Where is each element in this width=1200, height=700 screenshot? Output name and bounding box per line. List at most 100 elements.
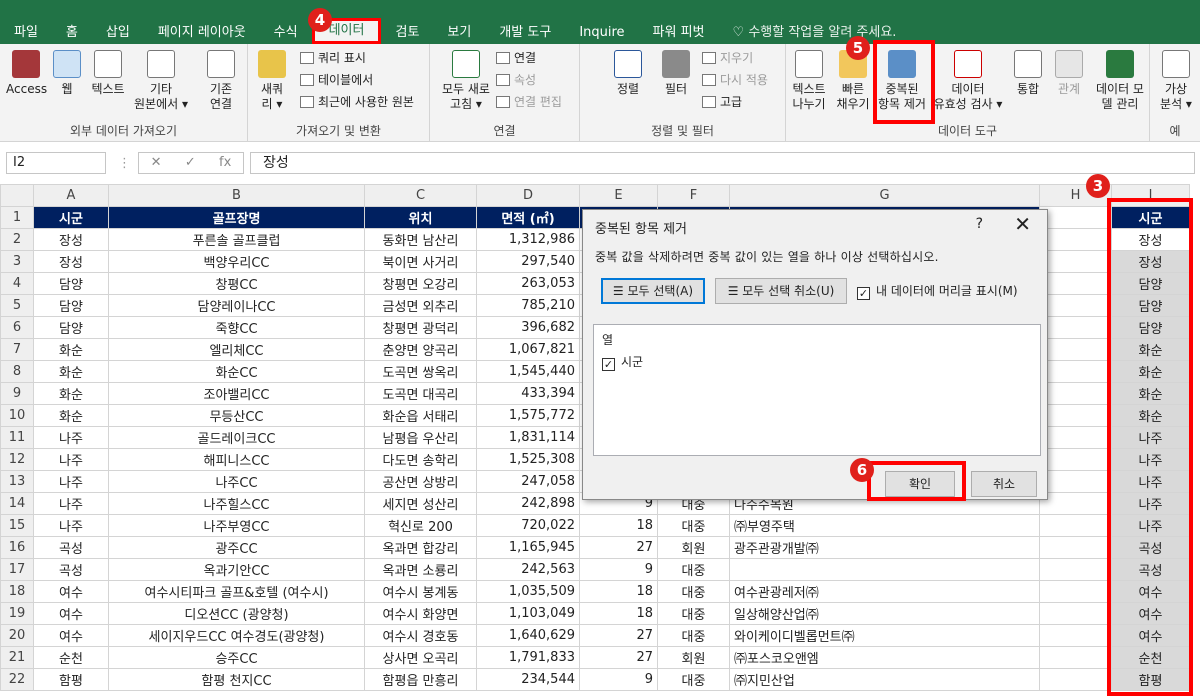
- cell[interactable]: [1039, 470, 1112, 493]
- cell[interactable]: 회원: [657, 646, 730, 669]
- cell[interactable]: 1,103,049: [476, 602, 580, 625]
- row-header[interactable]: 18: [0, 580, 34, 603]
- cell[interactable]: 공산면 상방리: [364, 470, 477, 493]
- cell[interactable]: 나주: [33, 426, 109, 449]
- cell[interactable]: 720,022: [476, 514, 580, 537]
- cell[interactable]: 옥과기안CC: [108, 558, 365, 581]
- other-sources-button[interactable]: 기타 원본에서 ▾: [130, 50, 192, 112]
- cell[interactable]: 옥과면 소룡리: [364, 558, 477, 581]
- select-all-corner[interactable]: [0, 184, 34, 207]
- tab-insert[interactable]: 삽입: [92, 22, 144, 44]
- header-cell[interactable]: 시군: [33, 206, 109, 229]
- cell[interactable]: 여수: [33, 624, 109, 647]
- row-header[interactable]: 5: [0, 294, 34, 317]
- cell[interactable]: 1,640,629: [476, 624, 580, 647]
- cell[interactable]: 골드레이크CC: [108, 426, 365, 449]
- column-header[interactable]: G: [729, 184, 1040, 207]
- cell[interactable]: 창평CC: [108, 272, 365, 295]
- cell[interactable]: 담양레이나CC: [108, 294, 365, 317]
- cell[interactable]: [1039, 316, 1112, 339]
- cell[interactable]: 여수관광레저㈜: [729, 580, 1040, 603]
- row-header[interactable]: 4: [0, 272, 34, 295]
- cell[interactable]: 나주: [33, 470, 109, 493]
- row-header[interactable]: 10: [0, 404, 34, 427]
- columns-list[interactable]: 열 ✓ 시군: [593, 324, 1041, 456]
- cell[interactable]: 금성면 외추리: [364, 294, 477, 317]
- cell[interactable]: [1039, 338, 1112, 361]
- what-if-button[interactable]: 가상 분석 ▾: [1154, 50, 1198, 112]
- cell[interactable]: [1039, 602, 1112, 625]
- connections-button[interactable]: 연결: [496, 50, 536, 66]
- cell[interactable]: [1039, 426, 1112, 449]
- tab-page-layout[interactable]: 페이지 레이아웃: [144, 22, 260, 44]
- cell[interactable]: 여수시 경호동: [364, 624, 477, 647]
- cell[interactable]: 242,898: [476, 492, 580, 515]
- cell[interactable]: [1039, 492, 1112, 515]
- row-header[interactable]: 13: [0, 470, 34, 493]
- cell[interactable]: 와이케이디벨롭먼트㈜: [729, 624, 1040, 647]
- cell[interactable]: 여수시티파크 골프&호텔 (여수시): [108, 580, 365, 603]
- cell[interactable]: 담양: [33, 272, 109, 295]
- cell[interactable]: 242,563: [476, 558, 580, 581]
- cell[interactable]: 1,525,308: [476, 448, 580, 471]
- access-button[interactable]: Access: [6, 50, 47, 97]
- cell[interactable]: [1039, 646, 1112, 669]
- cell[interactable]: [1039, 404, 1112, 427]
- cell[interactable]: [1039, 360, 1112, 383]
- consolidate-button[interactable]: 통합: [1008, 50, 1048, 97]
- recent-sources-button[interactable]: 최근에 사용한 원본: [300, 94, 414, 110]
- cell[interactable]: 27: [579, 624, 658, 647]
- cell[interactable]: [1039, 228, 1112, 251]
- column-header[interactable]: F: [657, 184, 730, 207]
- enter-icon[interactable]: ✓: [185, 153, 196, 173]
- cell[interactable]: 나주부영CC: [108, 514, 365, 537]
- cell[interactable]: [1039, 448, 1112, 471]
- cell[interactable]: 나주CC: [108, 470, 365, 493]
- cell[interactable]: 1,575,772: [476, 404, 580, 427]
- cell[interactable]: [1039, 250, 1112, 273]
- cell[interactable]: 푸른솔 골프클럽: [108, 228, 365, 251]
- cell[interactable]: [1039, 580, 1112, 603]
- cell[interactable]: 해피니스CC: [108, 448, 365, 471]
- cell[interactable]: 곡성: [33, 558, 109, 581]
- cell[interactable]: 엘리체CC: [108, 338, 365, 361]
- cell[interactable]: 대중: [657, 624, 730, 647]
- cell[interactable]: 27: [579, 536, 658, 559]
- cell[interactable]: 함평: [33, 668, 109, 691]
- row-header[interactable]: 6: [0, 316, 34, 339]
- show-queries-button[interactable]: 쿼리 표시: [300, 50, 366, 66]
- cell[interactable]: 1,165,945: [476, 536, 580, 559]
- row-header[interactable]: 17: [0, 558, 34, 581]
- column-header[interactable]: E: [579, 184, 658, 207]
- cell[interactable]: [1039, 272, 1112, 295]
- close-icon[interactable]: ✕: [1014, 212, 1031, 236]
- cell[interactable]: 세이지우드CC 여수경도(광양청): [108, 624, 365, 647]
- cell[interactable]: 다도면 송학리: [364, 448, 477, 471]
- column-header[interactable]: C: [364, 184, 477, 207]
- row-header[interactable]: 3: [0, 250, 34, 273]
- cell[interactable]: 1,035,509: [476, 580, 580, 603]
- refresh-all-button[interactable]: 모두 새로 고침 ▾: [436, 50, 496, 112]
- cell[interactable]: 여수: [33, 602, 109, 625]
- cell[interactable]: 디오션CC (광양청): [108, 602, 365, 625]
- cell[interactable]: 무등산CC: [108, 404, 365, 427]
- cell[interactable]: 여수시 봉계동: [364, 580, 477, 603]
- row-header[interactable]: 8: [0, 360, 34, 383]
- tab-home[interactable]: 홈: [52, 22, 92, 44]
- cell[interactable]: 장성: [33, 250, 109, 273]
- row-header[interactable]: 2: [0, 228, 34, 251]
- cell[interactable]: 화순: [33, 382, 109, 405]
- unselect-all-button[interactable]: ☰ 모두 선택 취소(U): [715, 278, 847, 304]
- text-button[interactable]: 텍스트: [86, 50, 130, 97]
- header-cell[interactable]: 위치: [364, 206, 477, 229]
- cell[interactable]: 대중: [657, 668, 730, 691]
- cell[interactable]: [729, 558, 1040, 581]
- cell[interactable]: 춘양면 양곡리: [364, 338, 477, 361]
- column-header[interactable]: A: [33, 184, 109, 207]
- cell[interactable]: 여수시 화양면: [364, 602, 477, 625]
- tab-view[interactable]: 보기: [433, 22, 485, 44]
- cell[interactable]: [1039, 536, 1112, 559]
- cell[interactable]: 785,210: [476, 294, 580, 317]
- cell[interactable]: 세지면 성산리: [364, 492, 477, 515]
- cell[interactable]: [1039, 514, 1112, 537]
